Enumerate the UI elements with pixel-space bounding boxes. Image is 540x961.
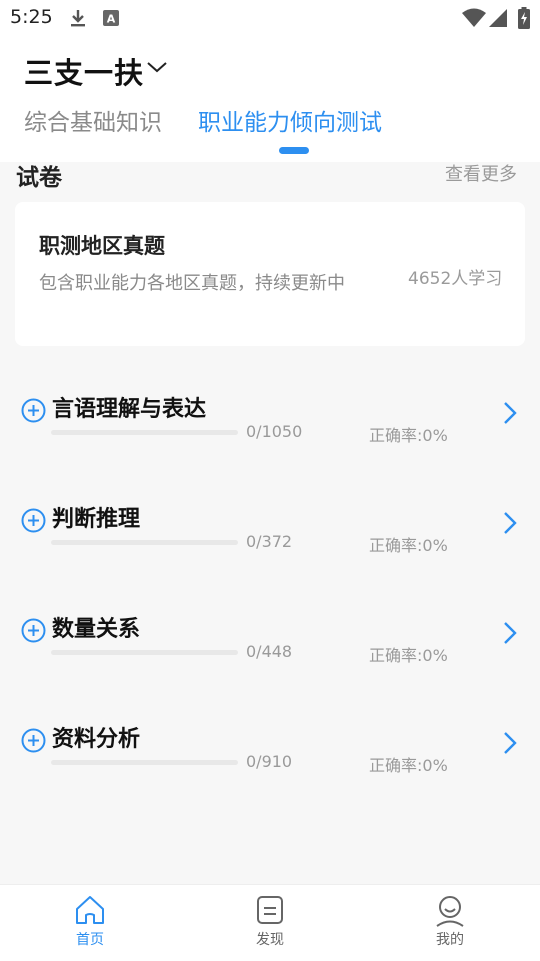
plus-circle-icon[interactable] bbox=[21, 508, 46, 533]
profile-icon bbox=[436, 896, 464, 927]
progress-bar bbox=[51, 430, 238, 435]
category-row[interactable]: 言语理解与表达 0/1050 正确率:0% bbox=[0, 397, 540, 508]
section-title: 试卷 bbox=[16, 165, 62, 191]
download-icon bbox=[71, 10, 85, 27]
category-row[interactable]: 资料分析 0/910 正确率:0% bbox=[0, 727, 540, 838]
learner-count: 4652人学习 bbox=[408, 269, 503, 289]
plus-circle-icon[interactable] bbox=[21, 618, 46, 643]
tab-aptitude-test[interactable]: 职业能力倾向测试 bbox=[198, 103, 382, 137]
wifi-icon bbox=[462, 8, 486, 27]
nav-item-profile[interactable]: 我的 bbox=[410, 893, 490, 949]
discover-icon bbox=[257, 896, 283, 924]
nav-label-profile: 我的 bbox=[436, 932, 464, 948]
a-badge-icon: A bbox=[103, 10, 119, 26]
bottom-nav: 首页 发现 我的 bbox=[0, 884, 540, 961]
card-description: 包含职业能力各地区真题，持续更新中 bbox=[39, 273, 345, 294]
chevron-right-icon[interactable] bbox=[502, 730, 518, 756]
home-icon bbox=[76, 896, 104, 924]
progress-count: 0/1050 bbox=[246, 422, 303, 441]
status-bar: 5:25 A bbox=[0, 0, 540, 36]
category-row[interactable]: 判断推理 0/372 正确率:0% bbox=[0, 507, 540, 618]
card-title: 职测地区真题 bbox=[39, 234, 165, 258]
progress-bar bbox=[51, 540, 238, 545]
accuracy-rate: 正确率:0% bbox=[369, 536, 448, 555]
nav-label-discover: 发现 bbox=[256, 932, 284, 948]
paper-card[interactable]: 职测地区真题 包含职业能力各地区真题，持续更新中 4652人学习 bbox=[15, 202, 525, 346]
category-name: 数量关系 bbox=[52, 617, 141, 642]
plus-circle-icon[interactable] bbox=[21, 728, 46, 753]
category-name: 言语理解与表达 bbox=[52, 397, 207, 422]
status-time: 5:25 bbox=[10, 6, 53, 28]
tab-general-knowledge[interactable]: 综合基础知识 bbox=[24, 103, 162, 137]
chevron-right-icon[interactable] bbox=[502, 620, 518, 646]
view-more-link[interactable]: 查看更多 bbox=[445, 160, 517, 186]
active-tab-indicator bbox=[279, 147, 309, 154]
page-title[interactable]: 三支一扶 bbox=[24, 50, 144, 92]
accuracy-rate: 正确率:0% bbox=[369, 426, 448, 445]
progress-count: 0/448 bbox=[246, 642, 293, 661]
battery-charging-icon bbox=[518, 7, 530, 29]
nav-label-home: 首页 bbox=[76, 932, 104, 948]
progress-count: 0/372 bbox=[246, 532, 293, 551]
nav-item-discover[interactable]: 发现 bbox=[230, 893, 310, 949]
signal-icon bbox=[489, 9, 507, 27]
progress-count: 0/910 bbox=[246, 752, 293, 771]
chevron-right-icon[interactable] bbox=[502, 510, 518, 536]
category-row[interactable]: 数量关系 0/448 正确率:0% bbox=[0, 617, 540, 728]
progress-bar bbox=[51, 760, 238, 765]
svg-text:A: A bbox=[107, 13, 116, 26]
accuracy-rate: 正确率:0% bbox=[369, 646, 448, 665]
accuracy-rate: 正确率:0% bbox=[369, 756, 448, 775]
chevron-down-icon[interactable] bbox=[146, 60, 168, 74]
nav-item-home[interactable]: 首页 bbox=[50, 893, 130, 949]
progress-bar bbox=[51, 650, 238, 655]
chevron-right-icon[interactable] bbox=[502, 400, 518, 426]
category-name: 判断推理 bbox=[52, 507, 141, 532]
category-name: 资料分析 bbox=[52, 727, 141, 752]
plus-circle-icon[interactable] bbox=[21, 398, 46, 423]
